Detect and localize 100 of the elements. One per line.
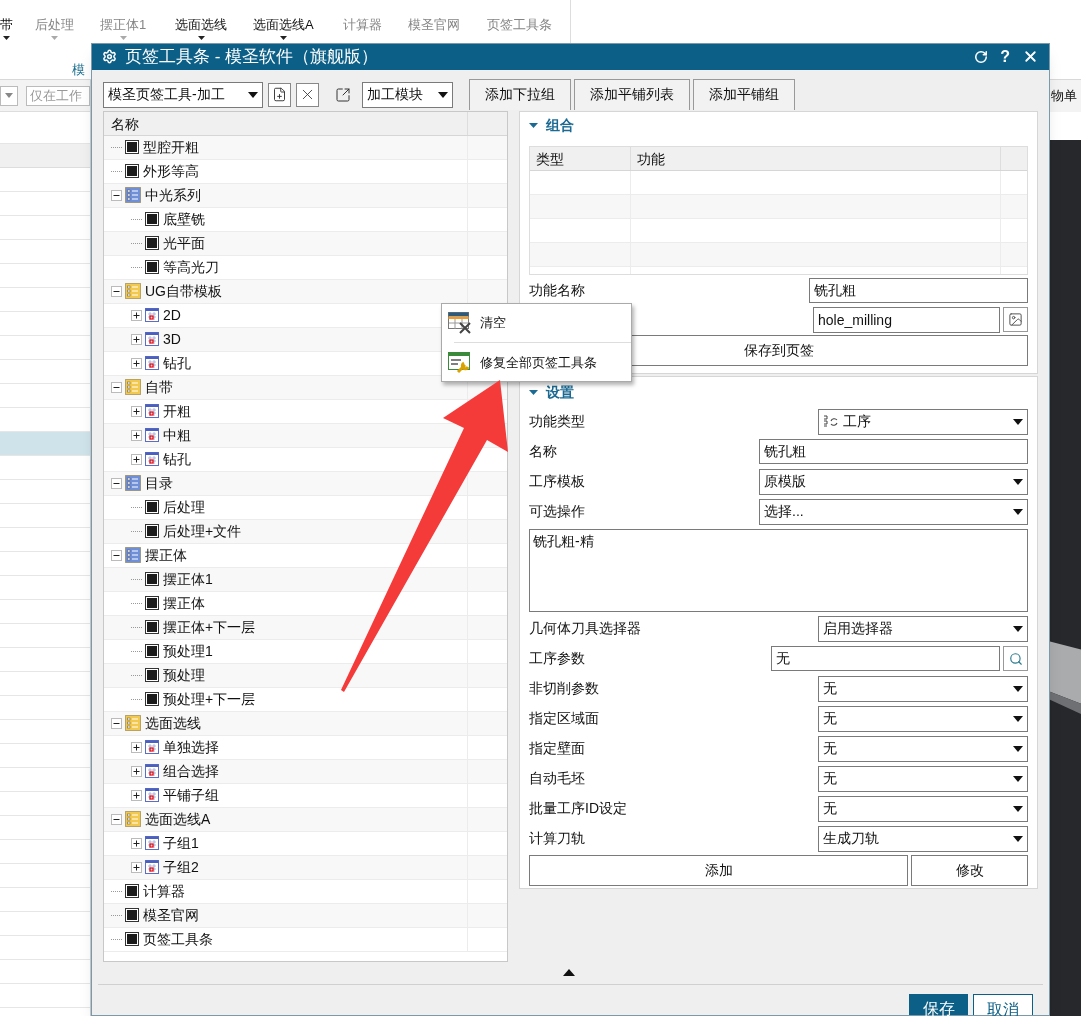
expand-icon[interactable] bbox=[131, 453, 142, 465]
tree-item[interactable]: 中光系列 bbox=[144, 184, 201, 206]
dropdown[interactable]: 无 bbox=[818, 735, 1028, 762]
text-area[interactable]: 铣孔粗-精 bbox=[529, 528, 1028, 612]
expand-icon[interactable] bbox=[131, 429, 142, 441]
collapse-icon[interactable] bbox=[111, 549, 122, 561]
tree-item[interactable]: 摆正体 bbox=[162, 592, 205, 614]
help-button[interactable]: ? bbox=[996, 44, 1014, 69]
expand-icon[interactable] bbox=[131, 405, 142, 417]
collapse-icon[interactable] bbox=[111, 189, 122, 201]
collapse-arrow-icon[interactable] bbox=[562, 969, 575, 976]
tree-item[interactable]: 摆正体 bbox=[144, 544, 187, 566]
image-button[interactable] bbox=[1003, 307, 1028, 332]
tree-item[interactable]: 组合选择 bbox=[162, 760, 219, 782]
tree-item[interactable]: 后处理+文件 bbox=[162, 520, 242, 542]
collapse-icon[interactable] bbox=[111, 717, 122, 729]
add-button[interactable]: 添加 bbox=[529, 854, 908, 886]
collapse-icon[interactable] bbox=[111, 477, 122, 489]
dropdown[interactable]: 无 bbox=[818, 795, 1028, 822]
settings-icon bbox=[102, 49, 117, 65]
tree-item[interactable]: 钻孔 bbox=[162, 448, 191, 470]
tree-item[interactable]: 等高光刀 bbox=[162, 256, 219, 278]
square-icon bbox=[125, 140, 139, 154]
expand-icon[interactable] bbox=[131, 333, 142, 345]
text-field[interactable]: 铣孔粗 bbox=[759, 439, 1028, 464]
tree-item[interactable]: 自带 bbox=[144, 376, 173, 398]
dropdown[interactable]: 原模版 bbox=[759, 468, 1028, 495]
text-field[interactable]: hole_milling bbox=[813, 306, 1000, 333]
new-button[interactable] bbox=[268, 82, 291, 107]
tree-item[interactable]: 页签工具条 bbox=[142, 928, 213, 950]
collapse-icon[interactable] bbox=[111, 813, 122, 825]
tree-item[interactable]: 模圣官网 bbox=[142, 904, 199, 926]
search-button[interactable] bbox=[1003, 646, 1028, 671]
tree-item[interactable]: 预处理+下一层 bbox=[162, 688, 256, 710]
expand-icon[interactable] bbox=[131, 741, 142, 753]
tree-item[interactable]: 单独选择 bbox=[162, 736, 219, 758]
dropdown-caret-icon bbox=[1013, 835, 1023, 842]
save-button[interactable]: 保存 bbox=[909, 994, 968, 1015]
dropdown[interactable]: 无 bbox=[818, 765, 1028, 792]
tree-item[interactable]: 中粗 bbox=[162, 424, 191, 446]
dropdown[interactable]: 生成刀轨 bbox=[818, 825, 1028, 852]
tree-item[interactable]: 开粗 bbox=[162, 400, 191, 422]
dropdown[interactable]: 启用选择器 bbox=[818, 615, 1028, 642]
dropdown[interactable]: 无 bbox=[818, 675, 1028, 702]
tree-item[interactable]: 摆正体1 bbox=[162, 568, 213, 590]
tree-item[interactable]: 后处理 bbox=[162, 496, 205, 518]
tree-item[interactable]: 光平面 bbox=[162, 232, 205, 254]
tree-item[interactable]: 预处理1 bbox=[162, 640, 213, 662]
tree-item[interactable]: 子组1 bbox=[162, 832, 199, 854]
add-group-button[interactable]: 添加平铺组 bbox=[693, 78, 795, 110]
ribbon-button[interactable]: 选面选线A bbox=[253, 0, 314, 46]
dropdown[interactable]: 工序 bbox=[818, 408, 1028, 435]
dropdown-caret-icon bbox=[1013, 478, 1023, 485]
field-label: 名称 bbox=[529, 442, 557, 461]
dropdown[interactable]: 选择... bbox=[759, 498, 1028, 525]
caret-icon bbox=[279, 36, 287, 40]
tree-item[interactable]: 2D bbox=[162, 304, 181, 326]
dropdown[interactable]: 无 bbox=[818, 705, 1028, 732]
expand-icon[interactable] bbox=[131, 861, 142, 873]
expand-icon[interactable] bbox=[131, 357, 142, 369]
caret-icon bbox=[119, 36, 127, 40]
list-row[interactable] bbox=[0, 432, 90, 456]
tree-item[interactable]: 预处理 bbox=[162, 664, 205, 686]
tree-item[interactable]: 选面选线 bbox=[144, 712, 201, 734]
text-field[interactable]: 无 bbox=[771, 646, 1000, 671]
tree-item[interactable]: 平铺子组 bbox=[162, 784, 219, 806]
tree-item[interactable]: 钻孔 bbox=[162, 352, 191, 374]
image-icon bbox=[1008, 312, 1023, 327]
tree-item[interactable]: 目录 bbox=[144, 472, 173, 494]
expand-icon[interactable] bbox=[131, 837, 142, 849]
delete-button[interactable] bbox=[296, 82, 319, 107]
tree-item[interactable]: 底壁铣 bbox=[162, 208, 205, 230]
module-select[interactable]: 加工模块 bbox=[362, 81, 453, 108]
expand-icon[interactable] bbox=[131, 765, 142, 777]
modify-button[interactable]: 修改 bbox=[911, 854, 1028, 886]
tree-item[interactable]: 外形等高 bbox=[142, 160, 199, 182]
dropdown-caret-icon bbox=[1013, 715, 1023, 722]
refresh-icon[interactable] bbox=[974, 49, 989, 64]
section-title: 组合 bbox=[546, 116, 574, 135]
square-icon bbox=[125, 932, 139, 946]
tree-item[interactable]: UG自带模板 bbox=[144, 280, 222, 302]
tree-item[interactable]: 计算器 bbox=[142, 880, 185, 902]
collapse-icon[interactable] bbox=[111, 381, 122, 393]
collapse-icon[interactable] bbox=[111, 285, 122, 297]
expand-icon[interactable] bbox=[131, 309, 142, 321]
column-header: 功能 bbox=[630, 146, 1000, 170]
toolbar-select[interactable]: 模圣页签工具-加工 bbox=[103, 81, 263, 108]
dropdown-button[interactable] bbox=[0, 85, 18, 106]
tree-item[interactable]: 型腔开粗 bbox=[142, 136, 199, 158]
add-group-button[interactable]: 添加平铺列表 bbox=[574, 78, 690, 110]
tree-item[interactable]: 子组2 bbox=[162, 856, 199, 878]
expand-icon[interactable] bbox=[131, 789, 142, 801]
tree-item[interactable]: 选面选线A bbox=[144, 808, 211, 830]
field-label: 自动毛坯 bbox=[529, 769, 585, 788]
add-group-button[interactable]: 添加下拉组 bbox=[469, 78, 571, 110]
text-field[interactable]: 铣孔粗 bbox=[809, 278, 1028, 303]
ribbon-button[interactable]: 选面选线 bbox=[175, 0, 227, 46]
square-icon bbox=[145, 260, 159, 274]
tree-item[interactable]: 3D bbox=[162, 328, 181, 350]
ribbon-button[interactable]: 带 bbox=[0, 0, 13, 46]
